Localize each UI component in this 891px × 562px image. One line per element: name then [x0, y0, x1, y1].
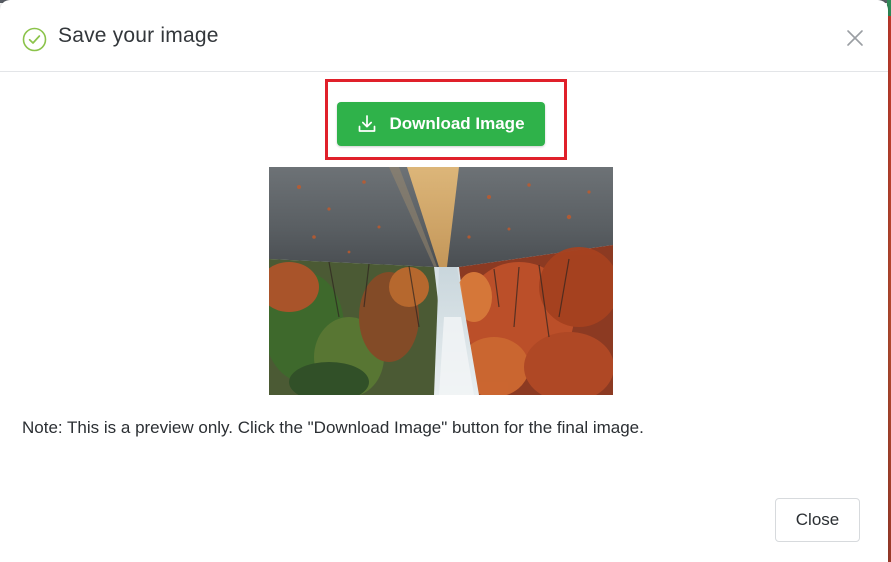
save-image-dialog: Save your image Download Image Note: Thi… — [0, 0, 888, 562]
check-circle-icon — [22, 27, 47, 52]
download-button-label: Download Image — [389, 114, 525, 133]
download-icon — [359, 115, 376, 132]
close-button[interactable]: Close — [775, 498, 860, 542]
preview-image — [269, 167, 613, 395]
dialog-header: Save your image — [0, 0, 888, 72]
dialog-title: Save your image — [58, 24, 219, 47]
download-image-button[interactable]: Download Image — [337, 102, 545, 146]
preview-note: Note: This is a preview only. Click the … — [22, 418, 644, 437]
close-icon[interactable] — [845, 28, 865, 48]
